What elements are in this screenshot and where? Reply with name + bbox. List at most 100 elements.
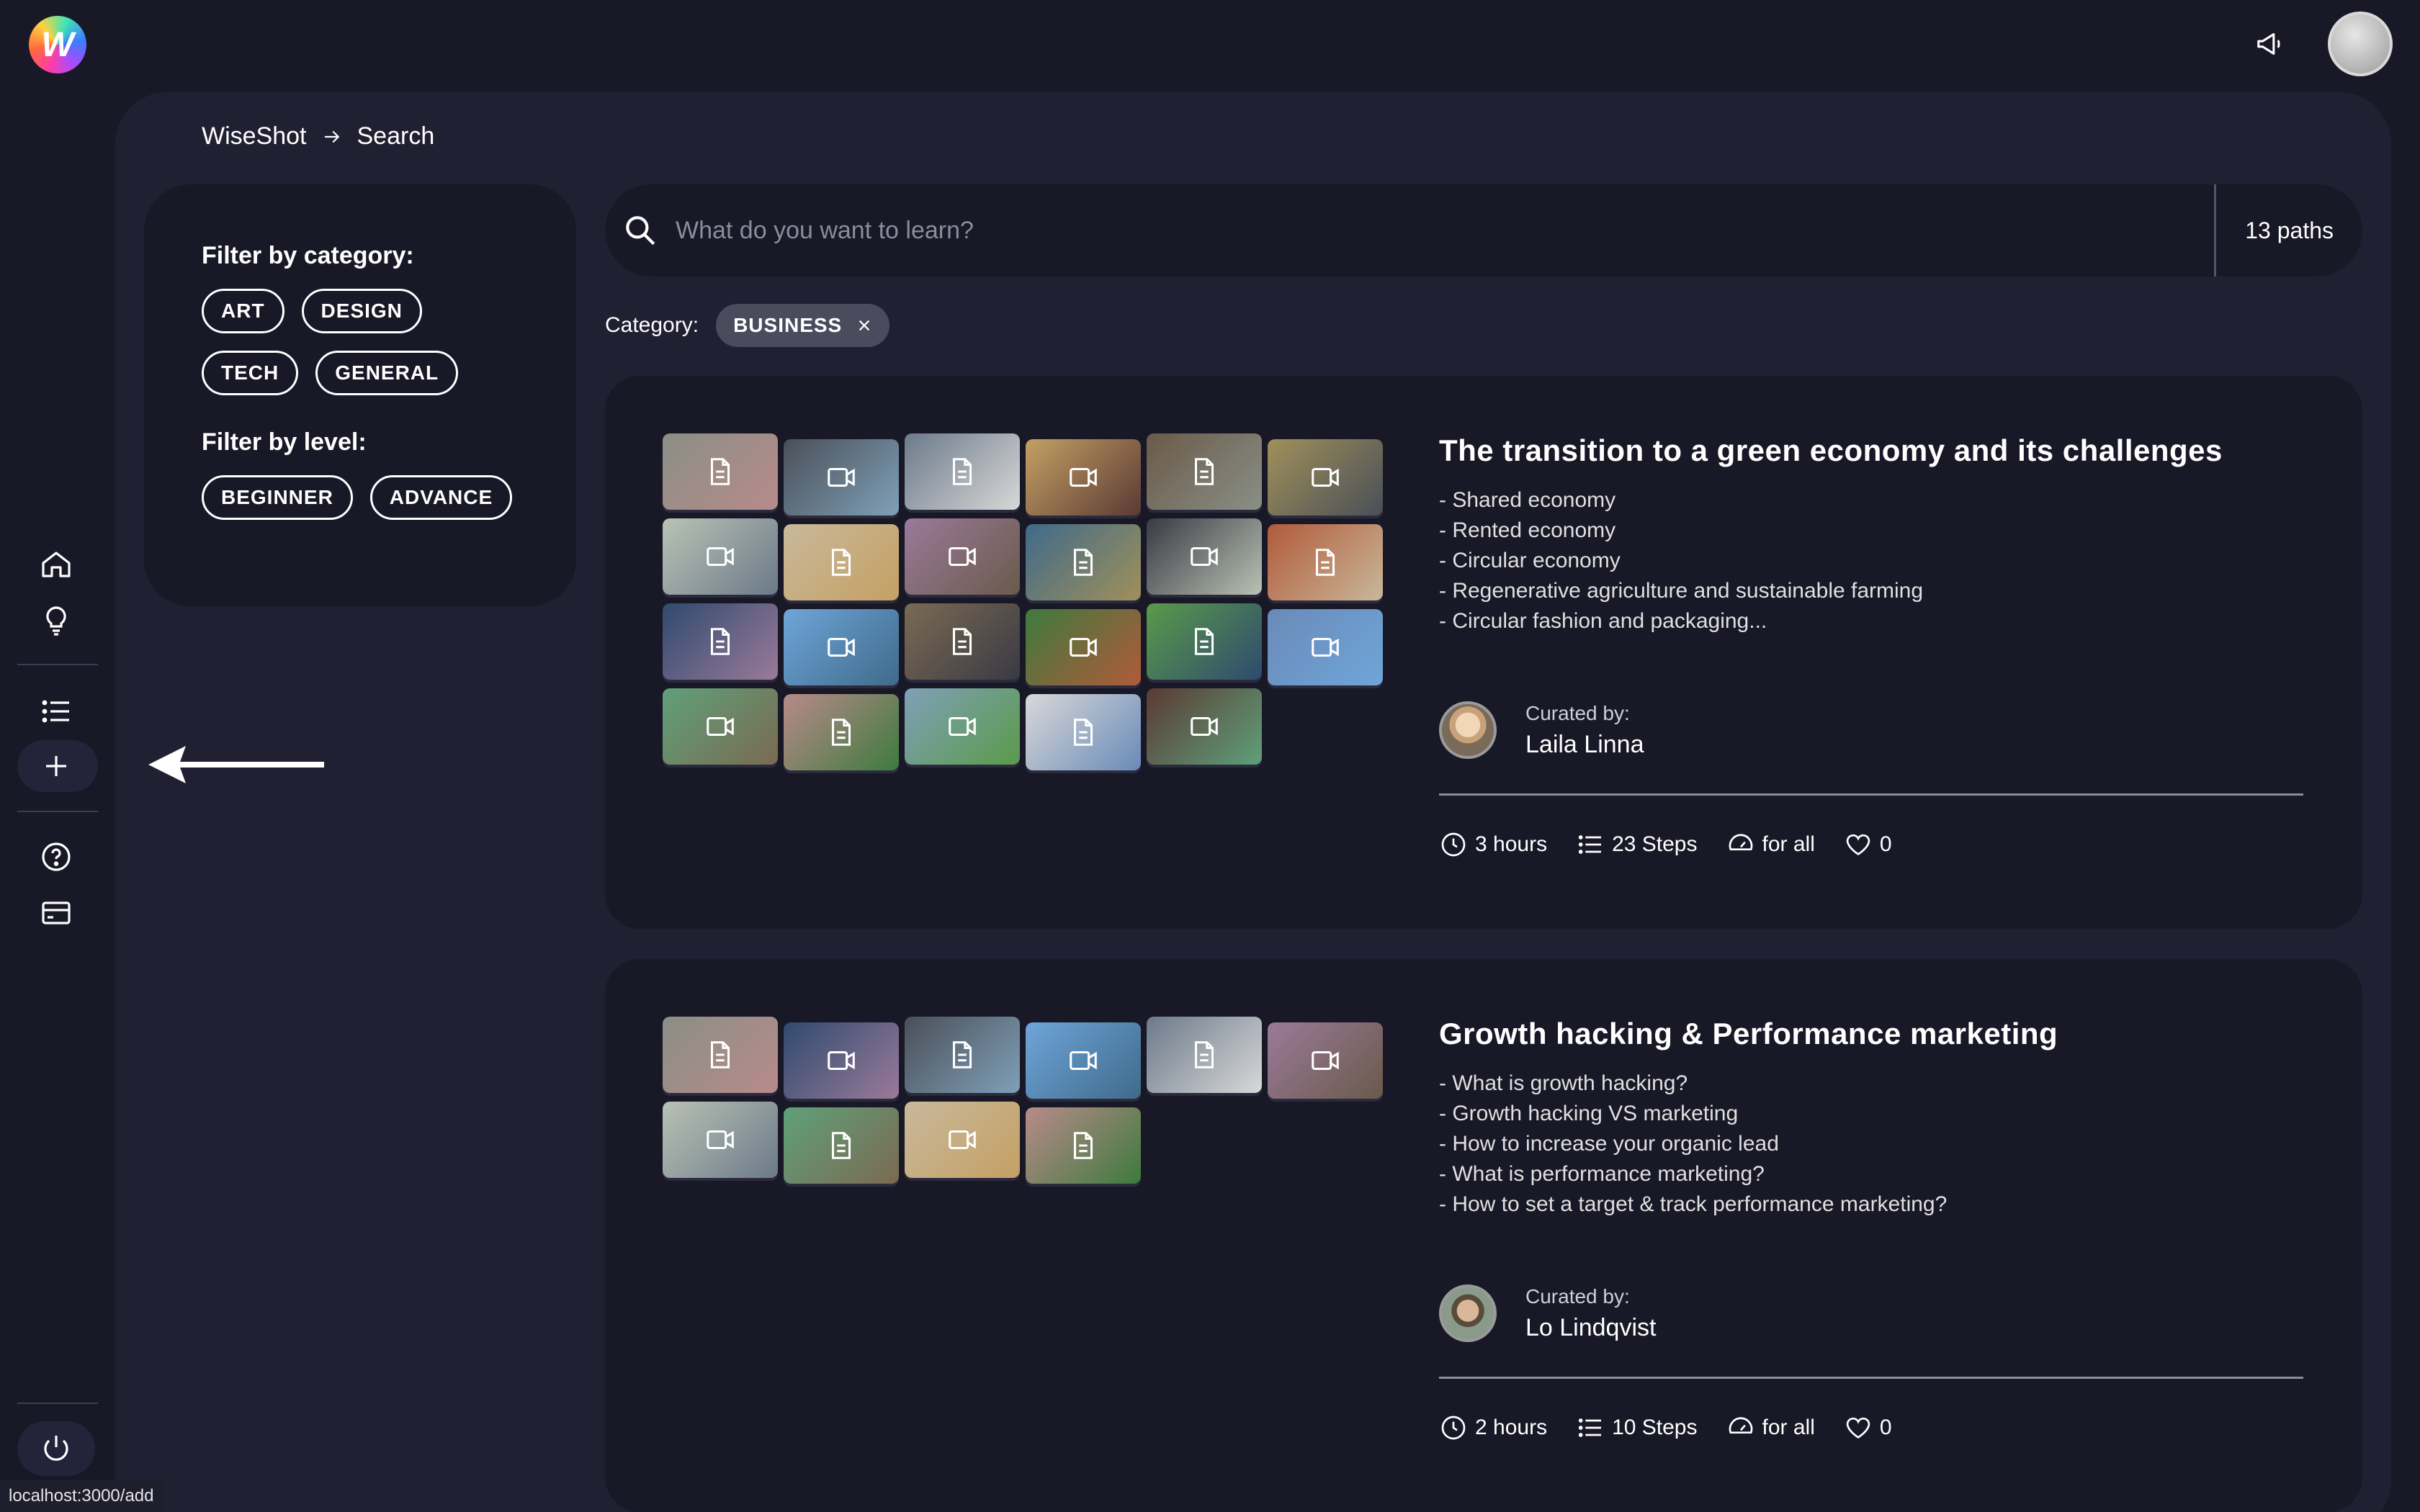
document-icon bbox=[710, 458, 730, 485]
document-thumbnail[interactable] bbox=[1026, 1107, 1141, 1184]
video-thumbnail[interactable] bbox=[1268, 609, 1383, 685]
level-chip-advance[interactable]: ADVANCE bbox=[369, 475, 513, 520]
heart-icon[interactable] bbox=[1844, 1413, 1873, 1442]
video-icon bbox=[1070, 1050, 1097, 1071]
video-thumbnail[interactable] bbox=[663, 1102, 778, 1178]
path-duration: 3 hours bbox=[1475, 832, 1548, 856]
video-thumbnail[interactable] bbox=[784, 1022, 899, 1099]
document-thumbnail[interactable] bbox=[1268, 524, 1383, 600]
gauge-icon bbox=[1729, 834, 1752, 850]
heart-icon[interactable] bbox=[1844, 830, 1873, 859]
home-icon[interactable] bbox=[39, 547, 73, 582]
video-thumbnail[interactable] bbox=[663, 518, 778, 595]
list-icon bbox=[1578, 1418, 1602, 1437]
document-thumbnail[interactable] bbox=[784, 524, 899, 600]
power-icon[interactable] bbox=[39, 1431, 73, 1466]
close-icon[interactable] bbox=[856, 318, 872, 333]
list-icon[interactable] bbox=[39, 694, 73, 729]
video-icon bbox=[828, 467, 855, 487]
gauge-icon bbox=[1729, 1417, 1752, 1434]
category-chip-general[interactable]: GENERAL bbox=[315, 351, 459, 395]
document-thumbnail[interactable] bbox=[1147, 1017, 1262, 1093]
path-card[interactable]: Growth hacking & Performance marketing -… bbox=[605, 959, 2362, 1512]
video-thumbnail[interactable] bbox=[905, 1102, 1020, 1178]
video-thumbnail[interactable] bbox=[1026, 1022, 1141, 1099]
plus-icon[interactable] bbox=[39, 749, 73, 783]
path-title[interactable]: The transition to a green economy and it… bbox=[1439, 433, 2303, 468]
document-thumbnail[interactable] bbox=[663, 603, 778, 680]
breadcrumb-root[interactable]: WiseShot bbox=[202, 122, 307, 150]
path-level: for all bbox=[1762, 1416, 1815, 1439]
video-icon bbox=[828, 637, 855, 657]
card-divider bbox=[1439, 793, 2303, 796]
document-icon bbox=[1194, 628, 1214, 655]
video-thumbnail[interactable] bbox=[1268, 1022, 1383, 1099]
video-icon bbox=[1312, 1050, 1339, 1071]
path-topic: - What is performance marketing? bbox=[1439, 1162, 1765, 1186]
video-thumbnail[interactable] bbox=[905, 688, 1020, 765]
curator-avatar[interactable] bbox=[1439, 701, 1497, 759]
video-thumbnail[interactable] bbox=[663, 688, 778, 765]
document-icon bbox=[1073, 549, 1093, 576]
megaphone-icon[interactable] bbox=[2254, 27, 2287, 60]
lightbulb-icon[interactable] bbox=[39, 603, 73, 638]
video-thumbnail[interactable] bbox=[1147, 688, 1262, 765]
video-thumbnail[interactable] bbox=[784, 609, 899, 685]
category-chip-art[interactable]: ART bbox=[202, 289, 284, 333]
curator-label: Curated by: bbox=[1525, 1284, 1630, 1308]
document-icon bbox=[1073, 719, 1093, 746]
document-thumbnail[interactable] bbox=[784, 1107, 899, 1184]
video-thumbnail[interactable] bbox=[1147, 518, 1262, 595]
path-topic: - Regenerative agriculture and sustainab… bbox=[1439, 579, 1924, 603]
help-icon[interactable] bbox=[39, 840, 73, 874]
search-icon bbox=[626, 216, 655, 246]
card-divider bbox=[1439, 1377, 2303, 1379]
document-thumbnail[interactable] bbox=[1147, 603, 1262, 680]
document-thumbnail[interactable] bbox=[663, 1017, 778, 1093]
status-bar-url: localhost:3000/add bbox=[0, 1480, 163, 1512]
curator-avatar[interactable] bbox=[1439, 1284, 1497, 1342]
video-thumbnail[interactable] bbox=[784, 439, 899, 516]
document-thumbnail[interactable] bbox=[905, 433, 1020, 510]
video-thumbnail[interactable] bbox=[905, 518, 1020, 595]
document-thumbnail[interactable] bbox=[1026, 694, 1141, 770]
path-likes: 0 bbox=[1879, 1416, 1892, 1439]
breadcrumb-current: Search bbox=[357, 122, 435, 150]
video-thumbnail[interactable] bbox=[1026, 439, 1141, 516]
path-likes: 0 bbox=[1879, 832, 1892, 856]
credit-card-icon[interactable] bbox=[39, 896, 73, 930]
filter-level-title: Filter by level: bbox=[202, 428, 367, 456]
path-steps: 23 Steps bbox=[1612, 832, 1698, 856]
category-chip-tech[interactable]: TECH bbox=[202, 351, 299, 395]
document-thumbnail[interactable] bbox=[784, 694, 899, 770]
path-duration: 2 hours bbox=[1475, 1416, 1548, 1439]
document-thumbnail[interactable] bbox=[1026, 524, 1141, 600]
wiseshot-logo[interactable]: W bbox=[29, 16, 86, 73]
document-icon bbox=[831, 1132, 851, 1159]
document-thumbnail[interactable] bbox=[663, 433, 778, 510]
curator-label: Curated by: bbox=[1525, 701, 1630, 724]
breadcrumb: WiseShot Search bbox=[202, 122, 434, 150]
document-icon bbox=[710, 1041, 730, 1068]
video-icon bbox=[707, 546, 734, 567]
category-chip-design[interactable]: DESIGN bbox=[301, 289, 422, 333]
document-thumbnail[interactable] bbox=[1147, 433, 1262, 510]
path-title[interactable]: Growth hacking & Performance marketing bbox=[1439, 1017, 2303, 1051]
filter-category-title: Filter by category: bbox=[202, 242, 414, 269]
document-thumbnail[interactable] bbox=[905, 603, 1020, 680]
curator-name[interactable]: Laila Linna bbox=[1525, 731, 1644, 759]
active-category-value: BUSINESS bbox=[733, 314, 843, 336]
level-chip-beginner[interactable]: BEGINNER bbox=[202, 475, 353, 520]
active-category-chip: BUSINESS bbox=[716, 304, 890, 347]
active-category-row: Category: BUSINESS bbox=[605, 304, 890, 347]
search-input[interactable] bbox=[676, 216, 2215, 245]
document-thumbnail[interactable] bbox=[905, 1017, 1020, 1093]
user-avatar[interactable] bbox=[2328, 12, 2393, 76]
path-topic: - Circular economy bbox=[1439, 549, 1621, 572]
path-topics: - What is growth hacking? - Growth hacki… bbox=[1439, 1068, 2303, 1220]
curator-name[interactable]: Lo Lindqvist bbox=[1525, 1314, 1656, 1342]
video-thumbnail[interactable] bbox=[1268, 439, 1383, 516]
document-icon bbox=[1194, 458, 1214, 485]
video-thumbnail[interactable] bbox=[1026, 609, 1141, 685]
path-card[interactable]: The transition to a green economy and it… bbox=[605, 376, 2362, 929]
